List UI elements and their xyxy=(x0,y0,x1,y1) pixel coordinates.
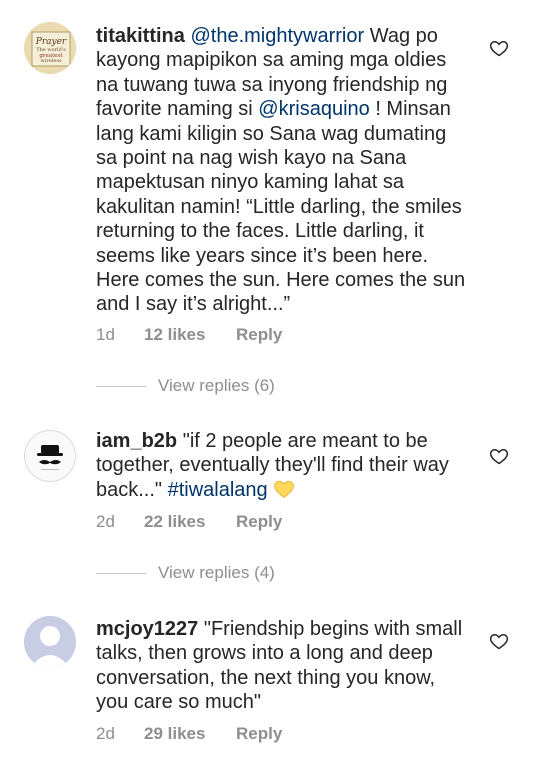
hat-mustache-icon xyxy=(37,445,63,470)
username[interactable]: titakittina xyxy=(96,25,185,47)
reply-button[interactable]: Reply xyxy=(236,325,282,345)
reply-button[interactable]: Reply xyxy=(236,512,282,532)
svg-text:Prayer: Prayer xyxy=(35,37,67,47)
comment-text: mcjoy1227 "Friendship begins with small … xyxy=(96,617,468,715)
likes-count[interactable]: 29 likes xyxy=(144,724,236,744)
book-cover-icon: Prayer The world's greatest wireless xyxy=(24,22,76,74)
comment-body: ! Minsan lang kami kiligin so Sana wag d… xyxy=(96,98,466,316)
username[interactable]: mcjoy1227 xyxy=(96,618,198,640)
avatar-mcjoy1227[interactable] xyxy=(24,616,76,668)
view-replies-button[interactable]: View replies (4) xyxy=(96,563,275,583)
mention-link[interactable]: @the.mightywarrior xyxy=(190,25,364,47)
like-heart-icon[interactable] xyxy=(489,38,509,58)
comment-meta: 2d 29 likes Reply xyxy=(96,724,282,744)
hashtag-link[interactable]: #tiwalalang xyxy=(168,479,268,501)
username[interactable]: iam_b2b xyxy=(96,430,177,452)
likes-count[interactable]: 12 likes xyxy=(144,325,236,345)
comment-1: Prayer The world's greatest wireless tit… xyxy=(0,0,540,400)
comment-time: 1d xyxy=(96,325,115,344)
mention-link[interactable]: @krisaquino xyxy=(258,98,369,120)
comment-time: 2d xyxy=(96,512,115,531)
comment-time: 2d xyxy=(96,724,115,743)
reply-button[interactable]: Reply xyxy=(236,724,282,744)
view-replies-label: View replies (4) xyxy=(158,563,275,582)
divider-line xyxy=(96,572,146,574)
default-avatar-icon xyxy=(24,616,76,668)
comment-meta: 1d 12 likes Reply xyxy=(96,325,282,345)
likes-count[interactable]: 22 likes xyxy=(144,512,236,532)
comment-text: iam_b2b "if 2 people are meant to be tog… xyxy=(96,429,468,502)
avatar-iam_b2b[interactable] xyxy=(24,430,76,482)
comment-text: titakittina @the.mightywarrior Wag po ka… xyxy=(96,24,468,317)
comment-meta: 2d 22 likes Reply xyxy=(96,512,282,532)
view-replies-label: View replies (6) xyxy=(158,376,275,395)
view-replies-button[interactable]: View replies (6) xyxy=(96,376,275,396)
like-heart-icon[interactable] xyxy=(489,631,509,651)
divider-line xyxy=(96,385,146,387)
yellow-heart-icon xyxy=(274,480,295,498)
svg-text:wireless: wireless xyxy=(41,58,62,64)
avatar-titakittina[interactable]: Prayer The world's greatest wireless xyxy=(24,22,76,74)
like-heart-icon[interactable] xyxy=(489,446,509,466)
